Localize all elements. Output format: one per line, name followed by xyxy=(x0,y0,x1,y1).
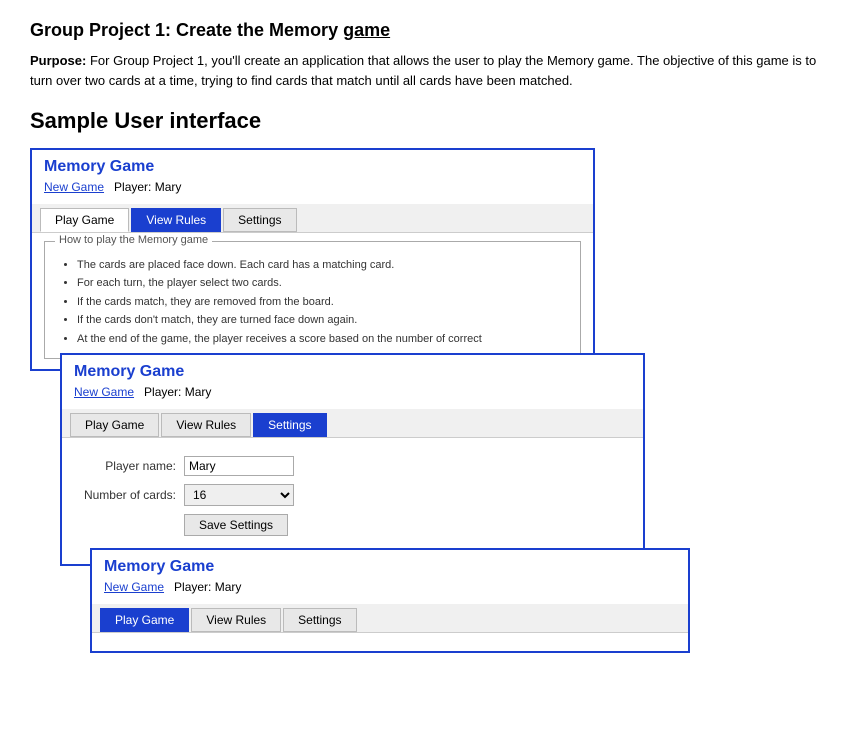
player-label-3: Player: Mary xyxy=(174,580,241,594)
player-name-row: Player name: xyxy=(74,456,631,476)
mock-window-play-game: Memory Game New Game Player: Mary Play G… xyxy=(90,548,690,653)
new-game-link-3[interactable]: New Game xyxy=(104,580,164,594)
player-name-label: Player name: xyxy=(74,459,184,473)
save-settings-button[interactable]: Save Settings xyxy=(184,514,288,536)
num-cards-row: Number of cards: 16 24 32 xyxy=(74,484,631,506)
app-title-2: Memory Game xyxy=(74,363,631,381)
tab-play-game-3[interactable]: Play Game xyxy=(100,608,189,632)
rule-5: At the end of the game, the player recei… xyxy=(77,332,568,347)
tabs-bar-2: Play Game View Rules Settings xyxy=(62,409,643,438)
player-label-1: Player: Mary xyxy=(114,180,181,194)
tab-settings-1[interactable]: Settings xyxy=(223,208,296,232)
page-title: Group Project 1: Create the Memory game xyxy=(30,20,837,41)
player-name-input[interactable] xyxy=(184,456,294,476)
tabs-bar-3: Play Game View Rules Settings xyxy=(92,604,688,633)
mock-window-view-rules: Memory Game New Game Player: Mary Play G… xyxy=(30,148,595,371)
content-area-1: How to play the Memory game The cards ar… xyxy=(32,233,593,369)
tab-play-game-2[interactable]: Play Game xyxy=(70,413,159,437)
mock-window-settings: Memory Game New Game Player: Mary Play G… xyxy=(60,353,645,566)
rule-3: If the cards match, they are removed fro… xyxy=(77,295,568,310)
game-link[interactable]: game xyxy=(343,20,390,40)
num-cards-label: Number of cards: xyxy=(74,488,184,502)
mock-header-3: Memory Game New Game Player: Mary xyxy=(92,550,688,604)
tab-settings-3[interactable]: Settings xyxy=(283,608,356,632)
app-title-3: Memory Game xyxy=(104,558,676,576)
purpose-content: For Group Project 1, you'll create an ap… xyxy=(30,53,816,88)
rule-4: If the cards don't match, they are turne… xyxy=(77,313,568,328)
rule-2: For each turn, the player select two car… xyxy=(77,276,568,291)
purpose-label: Purpose: xyxy=(30,53,86,68)
purpose-paragraph: Purpose: For Group Project 1, you'll cre… xyxy=(30,51,837,90)
player-label-2: Player: Mary xyxy=(144,385,211,399)
section-heading: Sample User interface xyxy=(30,108,837,134)
rules-box-title: How to play the Memory game xyxy=(55,234,212,246)
mock-header-2: Memory Game New Game Player: Mary xyxy=(62,355,643,409)
settings-form: Player name: Number of cards: 16 24 32 S… xyxy=(74,446,631,554)
new-game-link-2[interactable]: New Game xyxy=(74,385,134,399)
num-cards-select[interactable]: 16 24 32 xyxy=(184,484,294,506)
mockup-wrapper: Memory Game New Game Player: Mary Play G… xyxy=(30,148,620,658)
tab-view-rules-3[interactable]: View Rules xyxy=(191,608,281,632)
nav-row-3: New Game Player: Mary xyxy=(104,580,676,594)
rule-1: The cards are placed face down. Each car… xyxy=(77,258,568,273)
tabs-bar-1: Play Game View Rules Settings xyxy=(32,204,593,233)
tab-play-game-1[interactable]: Play Game xyxy=(40,208,129,232)
tab-view-rules-2[interactable]: View Rules xyxy=(161,413,251,437)
tab-view-rules-1[interactable]: View Rules xyxy=(131,208,221,232)
mock-header-1: Memory Game New Game Player: Mary xyxy=(32,150,593,204)
app-title-1: Memory Game xyxy=(44,158,581,176)
new-game-link-1[interactable]: New Game xyxy=(44,180,104,194)
content-area-2: Player name: Number of cards: 16 24 32 S… xyxy=(62,438,643,564)
content-area-3 xyxy=(92,633,688,651)
rules-box: How to play the Memory game The cards ar… xyxy=(44,241,581,359)
game-link-text: game xyxy=(343,20,390,40)
title-prefix-text: Group Project 1: Create the Memory xyxy=(30,20,343,40)
save-row: Save Settings xyxy=(74,514,631,536)
rules-list: The cards are placed face down. Each car… xyxy=(57,258,568,347)
tab-settings-2[interactable]: Settings xyxy=(253,413,326,437)
nav-row-1: New Game Player: Mary xyxy=(44,180,581,194)
nav-row-2: New Game Player: Mary xyxy=(74,385,631,399)
